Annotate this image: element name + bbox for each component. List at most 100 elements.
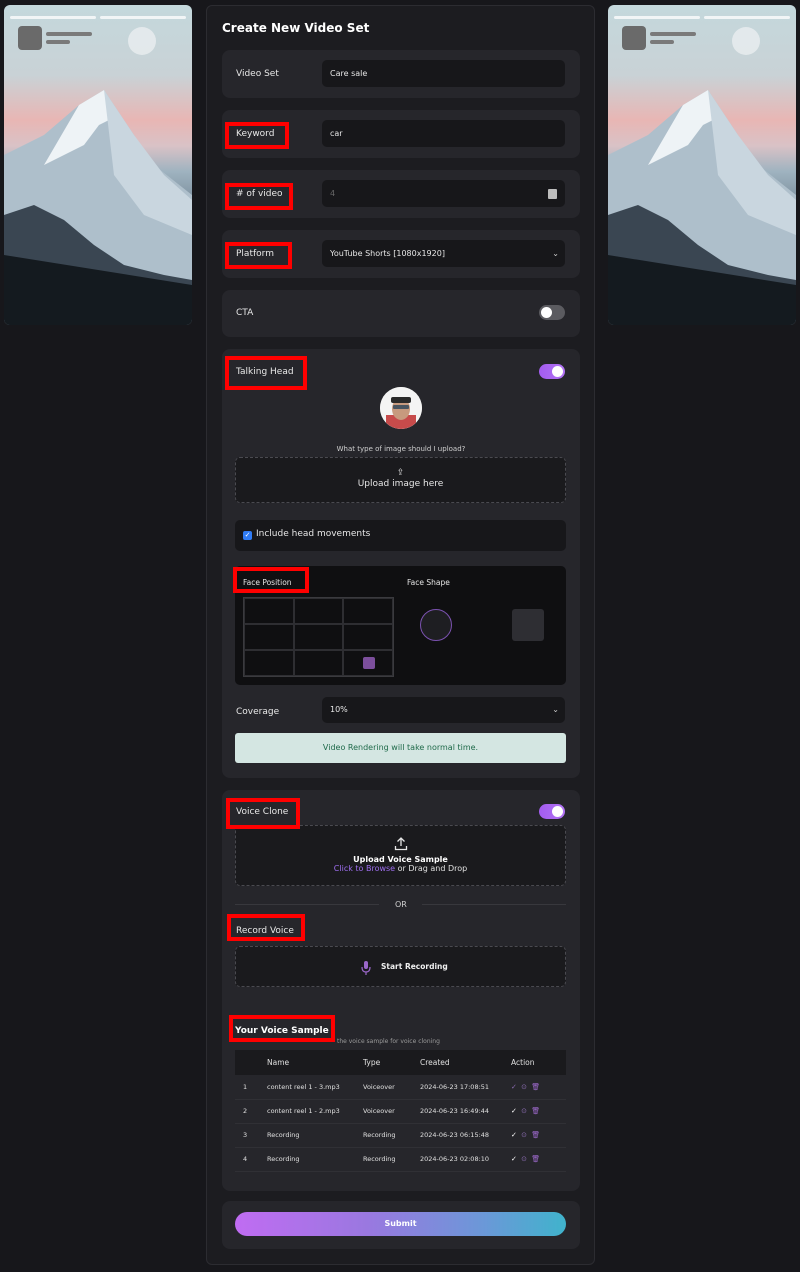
preview-avatar [622, 26, 646, 50]
cta-row: CTA [222, 290, 580, 337]
grid-cell-selected[interactable] [343, 650, 393, 676]
browse-link[interactable]: Click to Browse [334, 864, 395, 873]
person-photo [380, 387, 422, 429]
grid-cell[interactable] [244, 624, 294, 650]
row-created: 2024-06-23 17:08:51 [420, 1075, 511, 1100]
col-header-name: Name [267, 1050, 363, 1075]
row-created: 2024-06-23 06:15:48 [420, 1123, 511, 1148]
trash-icon[interactable]: 🗑 [531, 1083, 541, 1091]
row-name: content reel 1 - 2.mp3 [267, 1099, 363, 1124]
face-shape-circle[interactable] [420, 609, 452, 641]
preview-text-line [46, 40, 70, 44]
talking-head-card: Talking Head What type of image should I… [222, 349, 580, 778]
image-upload-zone[interactable]: ⇪ Upload image here [235, 457, 566, 503]
start-recording-button[interactable]: Start Recording [235, 946, 566, 987]
grid-cell[interactable] [293, 624, 344, 650]
platform-select[interactable]: YouTube Shorts [1080x1920] ⌄ [322, 240, 565, 267]
row-actions: ✓ ⊙ 🗑 [511, 1099, 566, 1124]
voice-clone-toggle[interactable] [539, 804, 565, 819]
preview-text-line [650, 40, 674, 44]
keyword-input[interactable]: car [322, 120, 565, 147]
download-icon[interactable]: ⊙ [521, 1083, 528, 1091]
divider [422, 904, 566, 905]
row-type: Voiceover [363, 1075, 420, 1100]
cta-toggle[interactable] [539, 305, 565, 320]
video-preview-right [608, 5, 796, 325]
num-videos-value: 4 [330, 189, 336, 198]
avatar [380, 387, 422, 429]
highlight-box [227, 914, 305, 941]
trash-icon[interactable]: 🗑 [531, 1107, 541, 1115]
row-name: Recording [267, 1123, 363, 1148]
drag-drop-text: or Drag and Drop [395, 864, 468, 873]
highlight-box [225, 122, 289, 149]
chevron-down-icon: ⌄ [552, 705, 559, 714]
story-progress-bars [10, 16, 186, 19]
highlight-box [226, 798, 300, 829]
mountain-image [608, 27, 796, 325]
table-row: 2 content reel 1 - 2.mp3 Voiceover 2024-… [235, 1099, 566, 1124]
video-preview-left [4, 5, 192, 325]
trash-icon[interactable]: 🗑 [531, 1155, 541, 1163]
include-head-movements-row[interactable]: ✓ Include head movements [235, 520, 566, 551]
coverage-select[interactable]: 10% ⌄ [322, 697, 565, 723]
num-videos-input[interactable]: 4 [322, 180, 565, 207]
row-num: 4 [235, 1147, 267, 1172]
grid-cell[interactable] [343, 624, 393, 650]
mountain-image [4, 27, 192, 325]
highlight-box [225, 356, 307, 390]
grid-cell[interactable] [244, 650, 294, 676]
face-shape-label: Face Shape [407, 578, 450, 587]
row-name: Recording [267, 1147, 363, 1172]
submit-row: Submit [222, 1201, 580, 1249]
stepper-icon[interactable] [548, 189, 557, 199]
chevron-down-icon: ⌄ [552, 249, 559, 258]
grid-cell[interactable] [293, 598, 344, 624]
row-type: Recording [363, 1123, 420, 1148]
video-set-input[interactable]: Care sale [322, 60, 565, 87]
highlight-box [225, 183, 293, 210]
trash-icon[interactable]: 🗑 [531, 1131, 541, 1139]
grid-cell[interactable] [244, 598, 294, 624]
row-type: Voiceover [363, 1099, 420, 1124]
face-shape-square[interactable] [512, 609, 544, 641]
download-icon[interactable]: ⊙ [521, 1107, 528, 1115]
or-text: OR [395, 900, 407, 909]
table-row: 3 Recording Recording 2024-06-23 06:15:4… [235, 1123, 566, 1148]
preview-text-line [650, 32, 696, 36]
row-num: 1 [235, 1075, 267, 1100]
check-icon[interactable]: ✓ [511, 1155, 518, 1163]
table-header-row: Name Type Created Action [235, 1050, 566, 1075]
talking-head-toggle[interactable] [539, 364, 565, 379]
include-head-movements-checkbox[interactable]: ✓ [243, 531, 252, 540]
col-header-created: Created [420, 1050, 511, 1075]
row-name: content reel 1 - 3.mp3 [267, 1075, 363, 1100]
cta-label: CTA [236, 308, 254, 318]
check-icon[interactable]: ✓ [511, 1083, 518, 1091]
submit-button[interactable]: Submit [235, 1212, 566, 1236]
divider [235, 904, 379, 905]
row-type: Recording [363, 1147, 420, 1172]
story-progress-bars [614, 16, 790, 19]
voice-upload-zone[interactable]: Upload Voice Sample Click to Browse or D… [235, 825, 566, 886]
start-recording-label: Start Recording [381, 962, 448, 971]
col-header-num [235, 1050, 267, 1075]
col-header-type: Type [363, 1050, 420, 1075]
grid-cell[interactable] [293, 650, 344, 676]
check-icon[interactable]: ✓ [511, 1107, 518, 1115]
video-set-label: Video Set [236, 69, 279, 79]
upload-voice-title: Upload Voice Sample [353, 855, 448, 864]
video-set-row: Video Set Care sale [222, 50, 580, 98]
grid-cell[interactable] [343, 598, 393, 624]
platform-value: YouTube Shorts [1080x1920] [330, 249, 445, 258]
row-actions: ✓ ⊙ 🗑 [511, 1147, 566, 1172]
row-num: 3 [235, 1123, 267, 1148]
preview-avatar [18, 26, 42, 50]
download-icon[interactable]: ⊙ [521, 1155, 528, 1163]
row-actions: ✓ ⊙ 🗑 [511, 1075, 566, 1100]
row-created: 2024-06-23 16:49:44 [420, 1099, 511, 1124]
check-icon[interactable]: ✓ [511, 1131, 518, 1139]
upload-hint: What type of image should I upload? [336, 445, 466, 453]
download-icon[interactable]: ⊙ [521, 1131, 528, 1139]
table-row: 1 content reel 1 - 3.mp3 Voiceover 2024-… [235, 1075, 566, 1100]
